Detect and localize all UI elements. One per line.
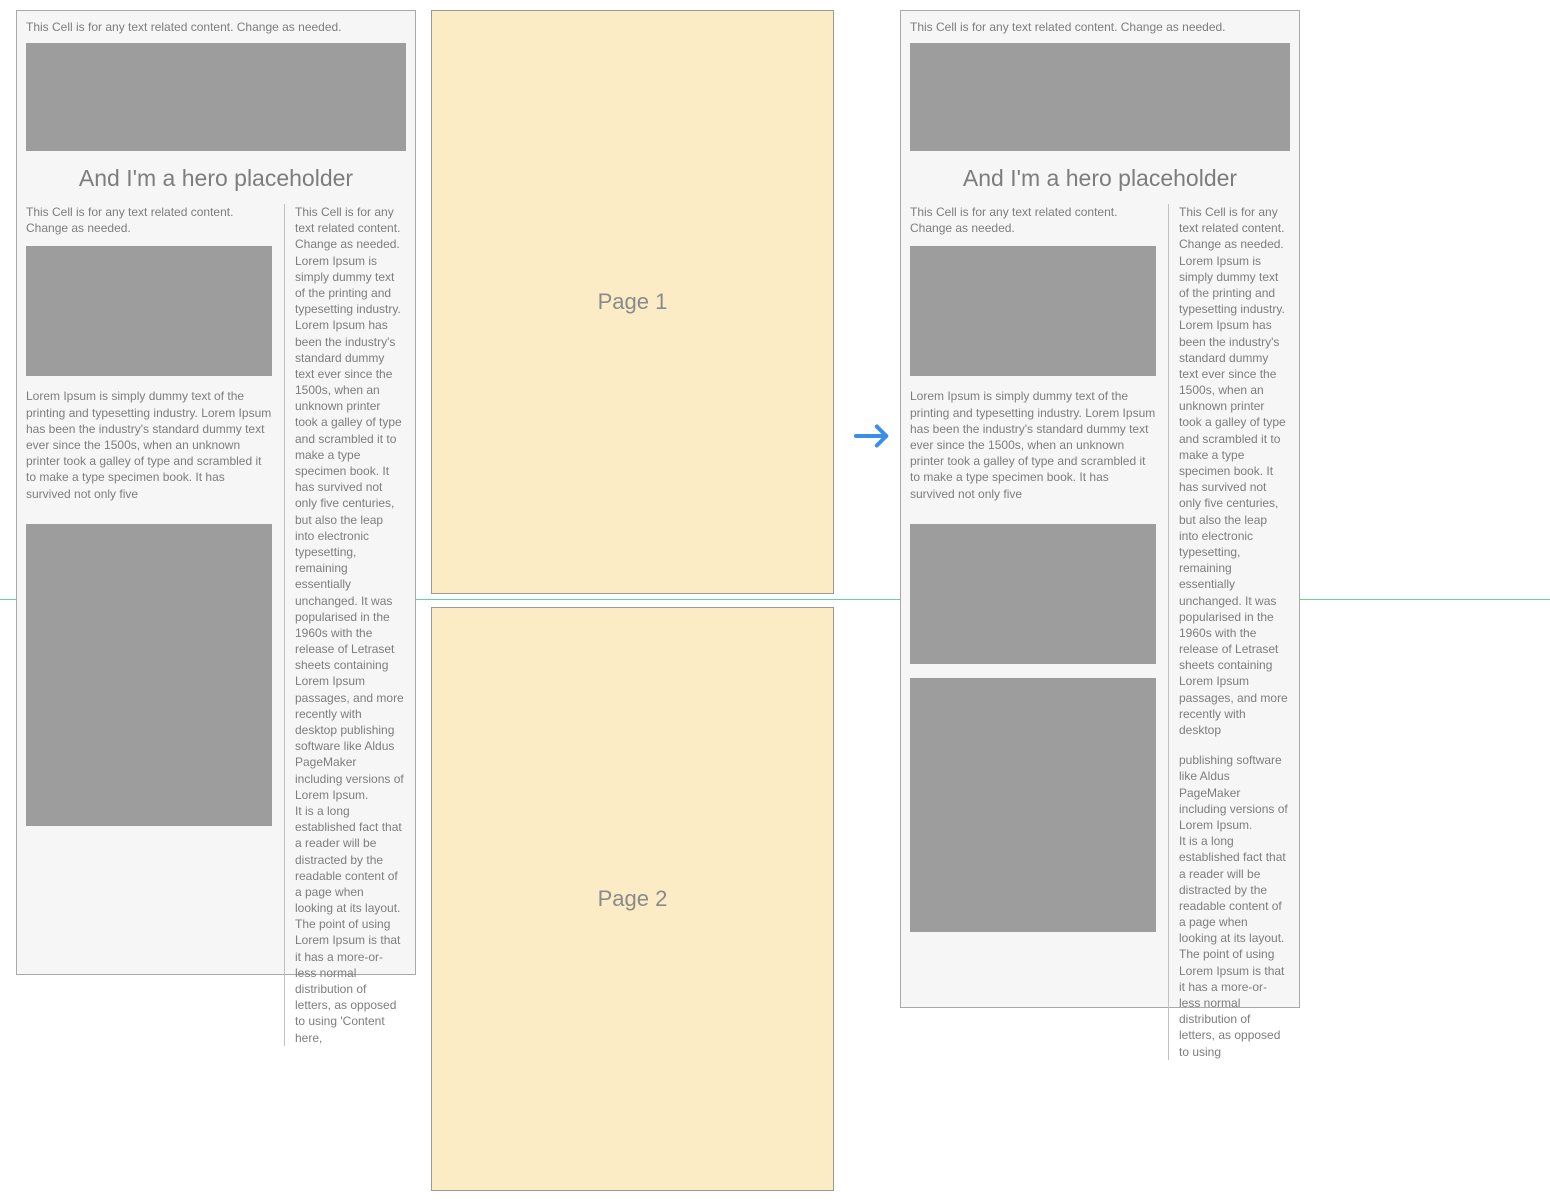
cell-note: This Cell is for any text related conten… <box>910 204 1156 236</box>
sub-image-placeholder <box>910 246 1156 376</box>
page-stack: Page 1 Page 2 <box>431 10 834 1204</box>
page-break-gap <box>910 664 1156 678</box>
top-note: This Cell is for any text related conten… <box>910 20 1290 34</box>
top-note: This Cell is for any text related conten… <box>26 20 406 34</box>
big-image-top-placeholder <box>910 524 1156 664</box>
body-text-top: This Cell is for any text related conten… <box>1179 204 1288 738</box>
page-1: Page 1 <box>431 10 834 594</box>
two-column-row: This Cell is for any text related conten… <box>26 204 406 1046</box>
body-text: Lorem Ipsum is simply dummy text of the … <box>26 388 272 501</box>
column-right: This Cell is for any text related conten… <box>1168 204 1288 1060</box>
body-text: Lorem Ipsum is simply dummy text of the … <box>910 388 1156 501</box>
body-text-bottom: publishing software like Aldus PageMaker… <box>1179 752 1288 1060</box>
hero-image-placeholder <box>26 43 406 151</box>
two-column-row: This Cell is for any text related conten… <box>910 204 1290 1060</box>
page-break-gap <box>1179 738 1288 752</box>
hero-image-placeholder <box>910 43 1290 151</box>
layout-card-before: This Cell is for any text related conten… <box>16 10 416 975</box>
page-label: Page 1 <box>598 289 668 315</box>
body-text-long: This Cell is for any text related conten… <box>295 204 404 1046</box>
big-image-bottom-placeholder <box>910 678 1156 932</box>
column-left: This Cell is for any text related conten… <box>26 204 284 1046</box>
column-right: This Cell is for any text related conten… <box>284 204 404 1046</box>
big-image-placeholder <box>26 524 272 826</box>
page-label: Page 2 <box>598 886 668 912</box>
hero-title: And I'm a hero placeholder <box>26 165 406 192</box>
layout-card-after: This Cell is for any text related conten… <box>900 10 1300 1008</box>
page-2: Page 2 <box>431 607 834 1191</box>
cell-note: This Cell is for any text related conten… <box>26 204 272 236</box>
hero-title: And I'm a hero placeholder <box>910 165 1290 192</box>
arrow-right-icon <box>854 422 892 450</box>
column-left: This Cell is for any text related conten… <box>910 204 1168 1060</box>
sub-image-placeholder <box>26 246 272 376</box>
